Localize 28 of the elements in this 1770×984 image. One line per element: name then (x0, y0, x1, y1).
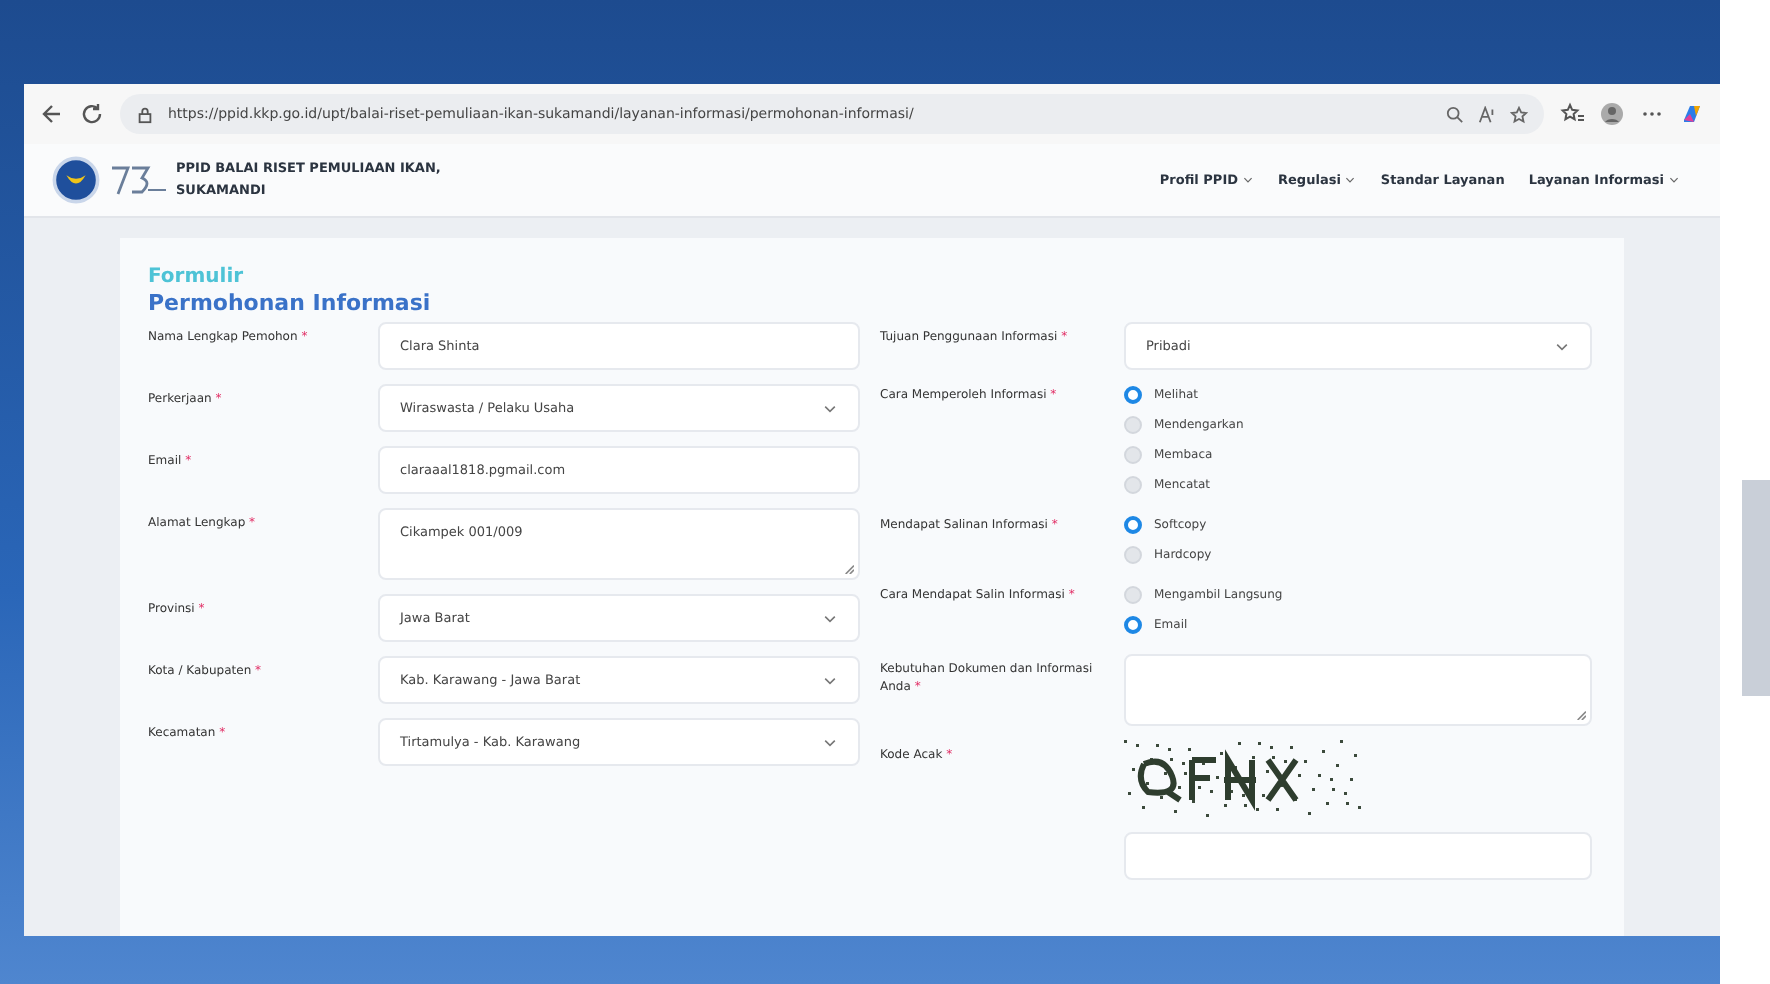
copilot-icon[interactable] (1680, 102, 1704, 126)
favorites-icon[interactable] (1560, 102, 1584, 126)
form-title: Formulir (148, 266, 246, 290)
radio-button[interactable] (1124, 616, 1142, 634)
radio-button[interactable] (1124, 516, 1142, 534)
chevron-down-icon (1242, 176, 1255, 184)
chevron-down-icon (1554, 341, 1570, 351)
star-icon[interactable] (1510, 105, 1528, 123)
chevron-down-icon (822, 403, 838, 413)
chevron-down-icon (822, 737, 838, 747)
reload-icon[interactable] (80, 102, 104, 126)
read-aloud-icon[interactable] (1478, 105, 1496, 123)
textarea-field[interactable] (1124, 654, 1592, 726)
form-subtitle: Permohonan Informasi (148, 290, 433, 318)
chevron-down-icon (822, 613, 838, 623)
chevron-down-icon (1344, 176, 1357, 184)
zoom-icon[interactable] (1446, 105, 1464, 123)
back-icon[interactable] (40, 102, 64, 126)
chevron-down-icon (1668, 176, 1680, 184)
captcha-input-field[interactable] (1124, 832, 1592, 880)
emblem-logo-icon[interactable] (52, 156, 100, 204)
chevron-down-icon (822, 675, 838, 685)
lock-icon (136, 105, 154, 123)
resize-grip-icon[interactable] (1576, 710, 1586, 720)
radio-button[interactable] (1124, 386, 1142, 404)
scrollbar-thumb[interactable] (1742, 480, 1770, 696)
profile-avatar-icon[interactable] (1600, 102, 1624, 126)
resize-grip-icon[interactable] (844, 564, 854, 574)
